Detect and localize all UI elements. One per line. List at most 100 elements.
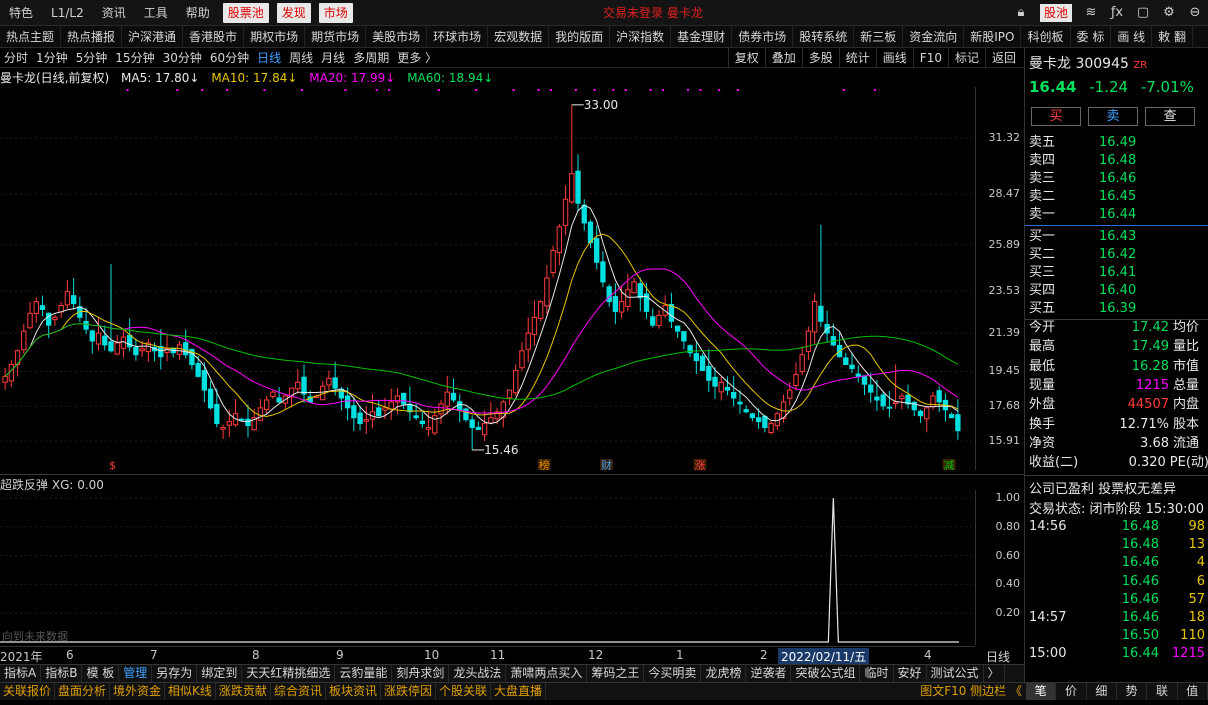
period-tab[interactable]: 30分钟 bbox=[159, 48, 206, 68]
detail-tab[interactable]: 联 bbox=[1147, 683, 1178, 700]
nav-item[interactable]: 沪深指数 bbox=[610, 25, 672, 48]
detail-tab[interactable]: 值 bbox=[1178, 683, 1208, 700]
nav-item[interactable]: 热点主题 bbox=[0, 25, 62, 48]
formula-icon[interactable]: ƒx bbox=[1110, 6, 1124, 20]
high-label: 33.00 bbox=[584, 98, 618, 112]
window-icon[interactable]: ▢ bbox=[1136, 6, 1150, 20]
kline-chart[interactable]: 33.00 15.46 $ 榜 财 涨 减 bbox=[0, 87, 975, 470]
menu-item[interactable]: 帮助 bbox=[177, 0, 219, 26]
layers-icon[interactable]: ≋ bbox=[1084, 6, 1098, 20]
stock-pool-button[interactable]: 股池 bbox=[1039, 4, 1072, 22]
nav-item[interactable]: 新股IPO bbox=[964, 25, 1022, 48]
formula-tab[interactable]: 突破公式组 bbox=[791, 665, 861, 682]
menu-item[interactable]: L1/L2 bbox=[42, 0, 93, 26]
lock-icon[interactable]: 🔒︎ bbox=[1014, 6, 1028, 20]
menu-item[interactable]: 资讯 bbox=[93, 0, 135, 26]
period-tab[interactable]: 日线 bbox=[253, 48, 285, 68]
link-item[interactable]: 板块资讯 bbox=[326, 683, 381, 700]
formula-tab[interactable]: 今买明卖 bbox=[644, 665, 702, 682]
chart-tool-button[interactable]: 统计 bbox=[838, 48, 876, 68]
formula-tab[interactable]: 筹码之王 bbox=[587, 665, 645, 682]
chart-tool-button[interactable]: F10 bbox=[912, 48, 948, 68]
link-item[interactable]: 境外资金 bbox=[110, 683, 166, 700]
f10-sidebar-link[interactable]: 图文F10 侧边栏 《 bbox=[920, 683, 1022, 700]
link-item[interactable]: 涨跌停因 bbox=[381, 683, 436, 700]
formula-tab[interactable]: 云豹量能 bbox=[335, 665, 393, 682]
formula-tab[interactable]: 安好 bbox=[894, 665, 927, 682]
period-tab[interactable]: 1分钟 bbox=[32, 48, 72, 68]
link-item[interactable]: 相似K线 bbox=[165, 683, 216, 700]
buy-button[interactable]: 买 bbox=[1031, 107, 1081, 126]
period-tab[interactable]: 月线 bbox=[317, 48, 349, 68]
nav-item[interactable]: 科创板 bbox=[1021, 25, 1071, 48]
formula-tab[interactable]: 〉 bbox=[984, 665, 1005, 682]
quick-menu-item[interactable]: 发现 bbox=[276, 2, 311, 23]
detail-tab[interactable]: 笔 bbox=[1026, 683, 1057, 700]
link-item[interactable]: 盘面分析 bbox=[55, 683, 111, 700]
nav-item[interactable]: 美股市场 bbox=[366, 25, 428, 48]
detail-tab[interactable]: 价 bbox=[1056, 683, 1087, 700]
formula-tab[interactable]: 逆袭者 bbox=[746, 665, 792, 682]
formula-tab[interactable]: 刻舟求剑 bbox=[392, 665, 450, 682]
formula-tab[interactable]: 萧啸两点买入 bbox=[506, 665, 588, 682]
period-tab[interactable]: 多周期 bbox=[349, 48, 393, 68]
nav-item[interactable]: 热点播报 bbox=[61, 25, 123, 48]
nav-item[interactable]: 宏观数据 bbox=[488, 25, 550, 48]
period-tab[interactable]: 更多 〉 bbox=[393, 48, 441, 68]
formula-tab[interactable]: 模 板 bbox=[82, 665, 120, 682]
formula-tab[interactable]: 龙头战法 bbox=[449, 665, 507, 682]
nav-item[interactable]: 基金理财 bbox=[671, 25, 733, 48]
nav-item[interactable]: 期货市场 bbox=[305, 25, 367, 48]
menu-item[interactable]: 特色 bbox=[0, 0, 42, 26]
detail-tab[interactable]: 细 bbox=[1087, 683, 1117, 700]
period-tab[interactable]: 60分钟 bbox=[206, 48, 253, 68]
nav-item[interactable]: 股转系统 bbox=[793, 25, 855, 48]
menu-item[interactable]: 工具 bbox=[135, 0, 177, 26]
link-item[interactable]: 综合资讯 bbox=[271, 683, 326, 700]
quick-menu-item[interactable]: 股票池 bbox=[222, 2, 269, 23]
link-item[interactable]: 关联报价 bbox=[0, 683, 56, 700]
link-item[interactable]: 涨跌贡献 bbox=[216, 683, 271, 700]
candle-body bbox=[861, 375, 868, 385]
formula-tab[interactable]: 指标A bbox=[0, 665, 42, 682]
nav-item[interactable]: 委 标 bbox=[1071, 25, 1112, 48]
period-tab[interactable]: 分时 bbox=[0, 48, 32, 68]
nav-item[interactable]: 期权市场 bbox=[244, 25, 306, 48]
nav-item[interactable]: 债券市场 bbox=[732, 25, 794, 48]
nav-item[interactable]: 新三板 bbox=[854, 25, 904, 48]
chart-tool-button[interactable]: 返回 bbox=[984, 48, 1022, 68]
quick-menu-item[interactable]: 市场 bbox=[318, 2, 353, 23]
nav-item[interactable]: 画 线 bbox=[1111, 25, 1153, 48]
nav-item[interactable]: 敕 翻 bbox=[1152, 25, 1193, 48]
chart-tool-button[interactable]: 复权 bbox=[727, 48, 765, 68]
formula-tab[interactable]: 测试公式 bbox=[927, 665, 984, 682]
period-tab[interactable]: 15分钟 bbox=[111, 48, 158, 68]
nav-item[interactable]: 我的版面 bbox=[549, 25, 611, 48]
indicator-chart[interactable]: 向到未来数据 bbox=[0, 490, 975, 645]
chart-tool-button[interactable]: 叠加 bbox=[764, 48, 802, 68]
link-item[interactable]: 个股关联 bbox=[436, 683, 491, 700]
formula-tab[interactable]: 指标B bbox=[41, 665, 83, 682]
chart-tool-button[interactable]: 多股 bbox=[801, 48, 839, 68]
period-tab[interactable]: 5分钟 bbox=[72, 48, 112, 68]
gear-icon[interactable]: ⚙ bbox=[1162, 6, 1176, 20]
formula-tab[interactable]: 天天红精挑细选 bbox=[242, 665, 336, 682]
formula-tab[interactable]: 绑定到 bbox=[197, 665, 243, 682]
link-item[interactable]: 大盘直播 bbox=[491, 683, 547, 700]
minimize-icon[interactable]: ⊖ bbox=[1188, 6, 1202, 20]
chart-tool-button[interactable]: 标记 bbox=[947, 48, 985, 68]
nav-item[interactable]: 环球市场 bbox=[427, 25, 489, 48]
formula-tab[interactable]: 临时 bbox=[860, 665, 894, 682]
nav-item[interactable]: 香港股市 bbox=[183, 25, 245, 48]
formula-tab[interactable]: 龙虎榜 bbox=[701, 665, 747, 682]
period-tab[interactable]: 周线 bbox=[285, 48, 317, 68]
query-button[interactable]: 查 bbox=[1145, 107, 1195, 126]
formula-tab[interactable]: 另存为 bbox=[152, 665, 198, 682]
sell-button[interactable]: 卖 bbox=[1088, 107, 1138, 126]
chart-tool-button[interactable]: 画线 bbox=[875, 48, 913, 68]
nav-item[interactable]: 资金流向 bbox=[903, 25, 965, 48]
formula-tab[interactable]: 管理 bbox=[119, 665, 153, 682]
nav-item[interactable]: 沪深港通 bbox=[122, 25, 184, 48]
detail-tab[interactable]: 势 bbox=[1117, 683, 1148, 700]
stat-value: 0.320 bbox=[1128, 455, 1166, 471]
